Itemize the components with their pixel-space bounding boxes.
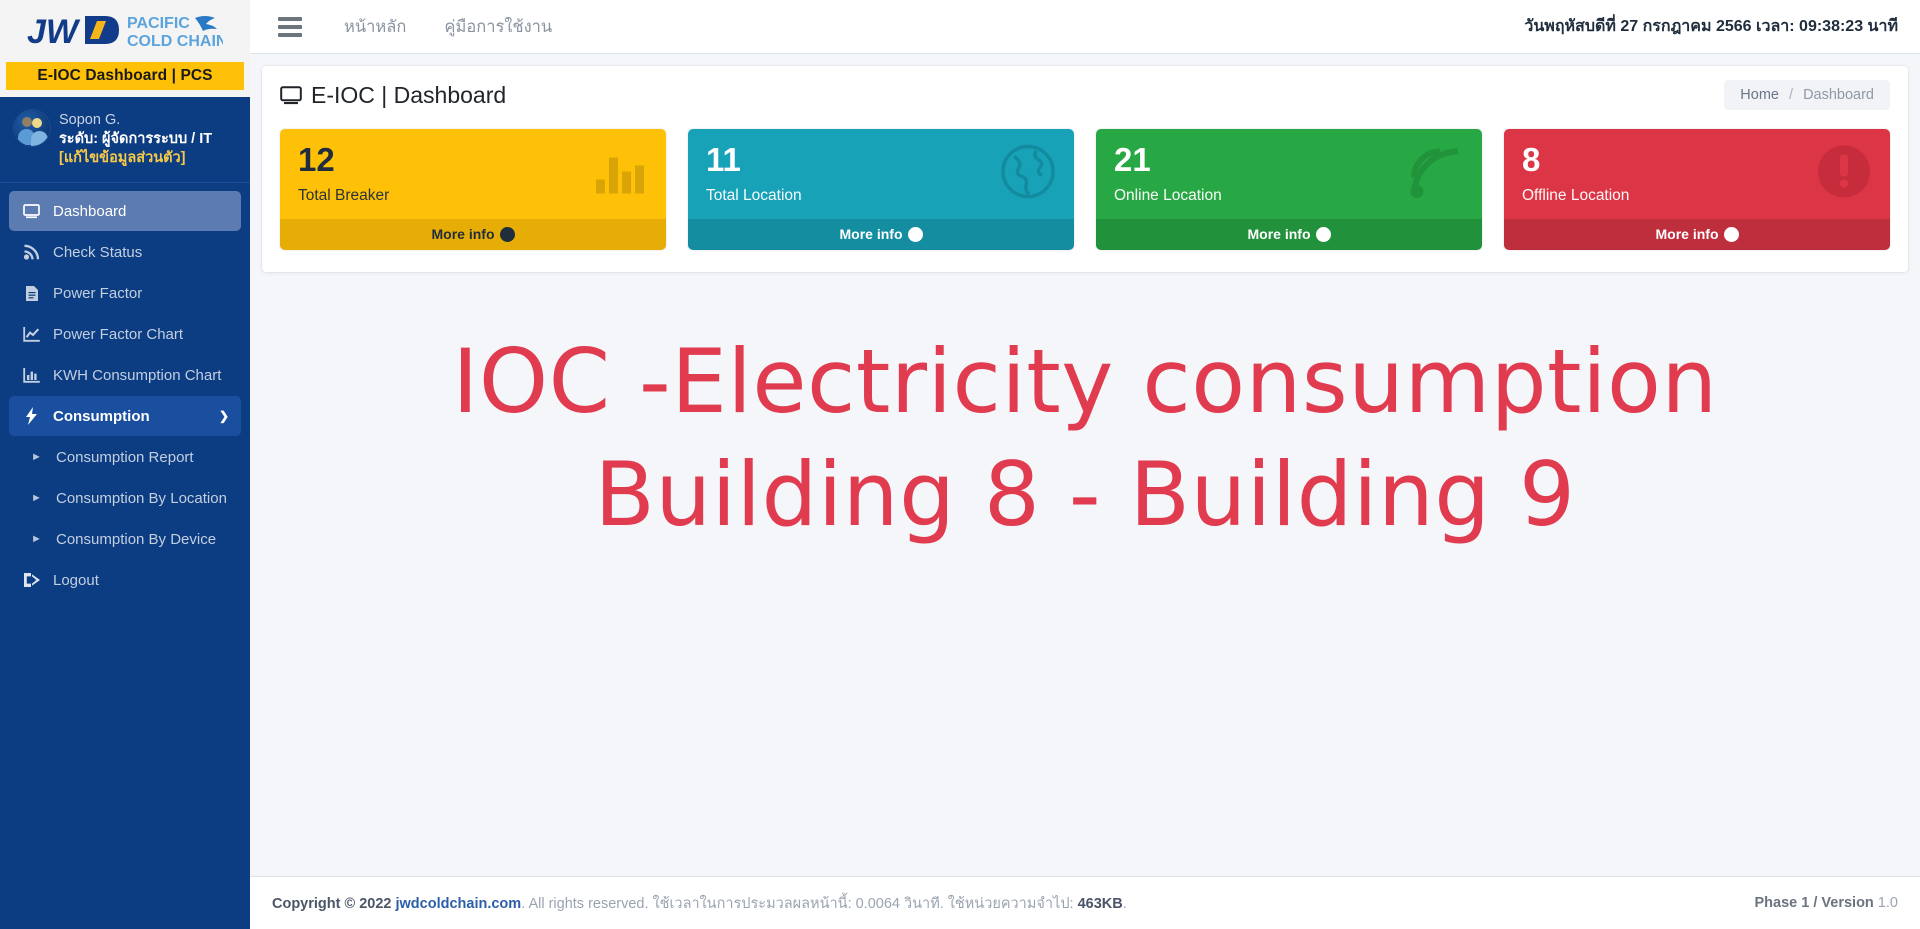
brand-badge-wrap: E-IOC Dashboard | PCS (0, 62, 250, 97)
sidebar-item-label: Power Factor (53, 284, 143, 302)
footer-version: Phase 1 / Version 1.0 (1755, 895, 1899, 911)
user-role: ระดับ: ผู้จัดการระบบ / IT (59, 131, 213, 148)
sidebar-item-label: KWH Consumption Chart (53, 366, 222, 384)
stat-card-more-info[interactable]: More info (280, 219, 666, 250)
breadcrumb: Home / Dashboard (1724, 80, 1890, 110)
bolt-icon (21, 407, 42, 426)
stat-card-more-info[interactable]: More info (688, 219, 1074, 250)
line-chart-icon (21, 326, 42, 343)
dashboard-panel: E-IOC | Dashboard Home / Dashboard 12 To… (262, 66, 1908, 272)
sidebar-item-power-factor-chart[interactable]: Power Factor Chart (9, 314, 241, 354)
footer-rights: . All rights reserved. ใช้เวลาในการประมว… (521, 895, 1074, 912)
sidebar-item-kwh-consumption-chart[interactable]: KWH Consumption Chart (9, 355, 241, 395)
wifi-icon (1406, 144, 1464, 205)
navbar-link-home[interactable]: หน้าหลัก (344, 14, 406, 40)
stat-card-body: 21 Online Location (1096, 129, 1482, 219)
caret-right-icon: ► (31, 451, 42, 464)
navbar-datetime: วันพฤหัสบดีที่ 27 กรกฎาคม 2566 เวลา: 09:… (1524, 18, 1898, 35)
more-info-label: More info (1247, 226, 1311, 242)
breadcrumb-separator: / (1789, 87, 1794, 103)
bar-chart-icon (21, 367, 42, 384)
file-text-icon (21, 285, 42, 302)
stat-card-total-breaker[interactable]: 12 Total Breaker More info (280, 129, 666, 250)
signal-icon (21, 244, 42, 260)
stat-card-offline-location[interactable]: 8 Offline Location More info (1504, 129, 1890, 250)
sidebar-item-check-status[interactable]: Check Status (9, 232, 241, 272)
chevron-down-icon[interactable]: ❯ (219, 409, 229, 423)
sidebar-item-label: Power Factor Chart (53, 325, 184, 343)
monitor-icon (21, 204, 42, 219)
sidebar-subitem-consumption-by-location[interactable]: ► Consumption By Location (9, 478, 241, 518)
user-name: Sopon G. (59, 112, 121, 128)
hamburger-icon[interactable] (278, 16, 302, 37)
sidebar-nav: Dashboard Check Status Power Factor Powe… (0, 183, 250, 601)
jwd-pacific-cold-chain-logo: JW PACIFIC COLD CHAIN (27, 13, 223, 51)
arrow-circle-right-icon (907, 227, 923, 242)
more-info-label: More info (1655, 226, 1719, 242)
svg-text:COLD CHAIN: COLD CHAIN (127, 33, 223, 50)
hero-message: IOC -Electricity consumption Building 8 … (262, 272, 1908, 551)
stat-cards: 12 Total Breaker More info 11 Total Loca… (280, 129, 1890, 250)
logout-icon (21, 572, 42, 588)
arrow-circle-right-icon (1723, 227, 1739, 242)
hero-line-2: Building 8 - Building 9 (594, 442, 1576, 546)
footer-copyright-prefix: Copyright © 2022 (272, 895, 392, 912)
page-title-text: E-IOC | Dashboard (311, 81, 507, 108)
caret-right-icon: ► (31, 492, 42, 505)
sidebar: JW PACIFIC COLD CHAIN E-IOC Dashboard | … (0, 0, 250, 929)
footer-site-link[interactable]: jwdcoldchain.com (396, 896, 522, 912)
svg-text:JW: JW (27, 13, 81, 51)
panel-header: E-IOC | Dashboard Home / Dashboard (280, 80, 1890, 110)
sidebar-item-label: Dashboard (53, 202, 127, 220)
sidebar-item-label: Logout (53, 571, 99, 589)
breadcrumb-current: Dashboard (1803, 87, 1874, 103)
arrow-circle-right-icon (1315, 227, 1331, 242)
sidebar-item-dashboard[interactable]: Dashboard (9, 191, 241, 232)
footer-memory-suffix: . (1122, 895, 1127, 912)
stat-card-body: 12 Total Breaker (280, 129, 666, 219)
monitor-icon (280, 85, 302, 105)
sidebar-subitem-label: Consumption By Device (56, 530, 217, 548)
content-area: E-IOC | Dashboard Home / Dashboard 12 To… (250, 54, 1920, 876)
sidebar-subitem-label: Consumption Report (56, 448, 194, 466)
sidebar-subitem-consumption-report[interactable]: ► Consumption Report (9, 437, 241, 477)
stat-card-total-location[interactable]: 11 Total Location More info (688, 129, 1074, 250)
sidebar-subitem-consumption-by-device[interactable]: ► Consumption By Device (9, 519, 241, 559)
navbar-link-manual[interactable]: คู่มือการใช้งาน (444, 14, 552, 40)
caret-right-icon: ► (31, 533, 42, 546)
stat-card-body: 8 Offline Location (1504, 129, 1890, 219)
brand-logo[interactable]: JW PACIFIC COLD CHAIN (0, 0, 250, 62)
hero-line-1: IOC -Electricity consumption (452, 330, 1718, 433)
footer: Copyright © 2022 jwdcoldchain.com. All r… (250, 876, 1920, 929)
sidebar-item-label: Check Status (53, 243, 143, 261)
svg-text:PACIFIC: PACIFIC (127, 15, 190, 32)
stat-card-more-info[interactable]: More info (1504, 219, 1890, 250)
app-badge: E-IOC Dashboard | PCS (6, 62, 244, 90)
user-panel[interactable]: Sopon G. ระดับ: ผู้จัดการระบบ / IT [แก้ไ… (0, 97, 250, 184)
more-info-label: More info (431, 226, 495, 242)
footer-copyright: Copyright © 2022 jwdcoldchain.com. All r… (272, 892, 1127, 915)
sidebar-item-label: Consumption (53, 407, 150, 425)
stat-card-more-info[interactable]: More info (1096, 219, 1482, 250)
top-navbar: หน้าหลัก คู่มือการใช้งาน วันพฤหัสบดีที่ … (250, 0, 1920, 54)
footer-memory: 463KB (1077, 895, 1123, 912)
user-text: Sopon G. ระดับ: ผู้จัดการระบบ / IT [แก้ไ… (59, 110, 212, 168)
breadcrumb-home[interactable]: Home (1740, 87, 1779, 103)
stat-card-body: 11 Total Location (688, 129, 1074, 219)
sidebar-item-power-factor[interactable]: Power Factor (9, 273, 241, 313)
edit-profile-link[interactable]: [แก้ไขข้อมูลส่วนตัว] (59, 149, 212, 168)
sidebar-item-logout[interactable]: Logout (9, 560, 241, 600)
footer-version-number: 1.0 (1877, 895, 1898, 911)
more-info-label: More info (839, 226, 903, 242)
exclamation-circle-icon (1816, 144, 1872, 205)
globe-icon (1000, 144, 1056, 205)
sidebar-subitem-label: Consumption By Location (56, 489, 227, 507)
sidebar-item-consumption[interactable]: Consumption ❯ (9, 396, 241, 437)
stat-card-online-location[interactable]: 21 Online Location More info (1096, 129, 1482, 250)
page-title: E-IOC | Dashboard (280, 82, 506, 109)
bar-chart-icon (594, 148, 648, 201)
avatar (14, 110, 50, 146)
arrow-circle-right-icon (499, 227, 515, 242)
footer-phase-label: Phase 1 / Version (1754, 895, 1874, 911)
